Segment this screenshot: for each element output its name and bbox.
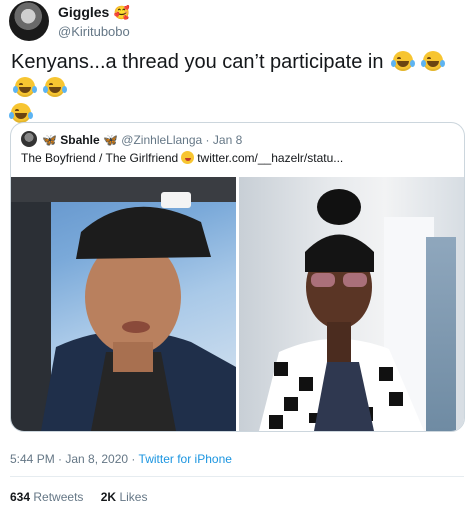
quoted-author-avatar bbox=[21, 131, 37, 147]
quoted-tweet-header: 🦋 Sbahle 🦋 @ZinhleLlanga · Jan 8 bbox=[21, 131, 242, 147]
boyfriend-photo-illustration bbox=[11, 177, 236, 431]
likes-stat[interactable]: 2K Likes bbox=[101, 490, 148, 504]
laughing-emoji-icon bbox=[420, 51, 445, 71]
author-handle[interactable]: @Kiritubobo bbox=[58, 24, 130, 39]
tweet-stats: 634 Retweets 2K Likes bbox=[10, 490, 147, 504]
quoted-author-name: Sbahle bbox=[60, 133, 100, 147]
tweet-body: Kenyans...a thread you can’t participate… bbox=[9, 49, 463, 127]
quoted-author-handle: @ZinhleLlanga bbox=[121, 133, 203, 147]
laughing-emoji-icon bbox=[391, 51, 416, 71]
winking-tongue-emoji-icon bbox=[181, 151, 195, 164]
author-display-name[interactable]: Giggles bbox=[58, 4, 109, 20]
quoted-tweet-date: Jan 8 bbox=[212, 133, 243, 147]
tweet-timestamp[interactable]: 5:44 PM · Jan 8, 2020 bbox=[10, 452, 128, 466]
smiling-hearts-emoji-icon: 🥰 bbox=[113, 5, 130, 20]
likes-label: Likes bbox=[119, 490, 148, 504]
tweet-header: Giggles 🥰 @Kiritubobo bbox=[9, 0, 469, 42]
tweet-text: Kenyans...a thread you can’t participate… bbox=[11, 51, 384, 73]
quoted-tweet-card[interactable]: 🦋 Sbahle 🦋 @ZinhleLlanga · Jan 8 The Boy… bbox=[10, 122, 465, 432]
laughing-emoji-icon bbox=[9, 103, 33, 123]
quoted-tweet-text-row: The Boyfriend / The Girlfriend twitter.co… bbox=[21, 151, 343, 165]
tweet-timestamp-row: 5:44 PM · Jan 8, 2020 · Twitter for iPho… bbox=[10, 452, 232, 466]
girlfriend-photo[interactable] bbox=[239, 177, 464, 431]
butterfly-icon: 🦋 bbox=[42, 133, 57, 147]
tweet-source[interactable]: Twitter for iPhone bbox=[139, 452, 232, 466]
quoted-tweet-text: The Boyfriend / The Girlfriend bbox=[21, 151, 179, 165]
separator-dot: · bbox=[205, 133, 210, 147]
retweets-count: 634 bbox=[10, 490, 31, 504]
separator-dot: · bbox=[131, 452, 136, 466]
likes-count: 2K bbox=[100, 490, 117, 504]
laughing-emoji-icon bbox=[13, 77, 37, 97]
divider bbox=[10, 476, 464, 477]
author-names: Giggles 🥰 @Kiritubobo bbox=[58, 4, 130, 39]
quoted-media bbox=[11, 177, 464, 431]
boyfriend-photo[interactable] bbox=[11, 177, 236, 431]
butterfly-icon: 🦋 bbox=[103, 133, 118, 147]
retweets-stat[interactable]: 634 Retweets bbox=[10, 490, 87, 504]
retweets-label: Retweets bbox=[33, 490, 84, 504]
quoted-tweet-link[interactable]: twitter.com/__hazelr/statu... bbox=[197, 151, 343, 165]
laughing-emoji-icon bbox=[42, 77, 67, 97]
girlfriend-photo-illustration bbox=[259, 189, 424, 431]
author-avatar[interactable] bbox=[9, 1, 49, 41]
